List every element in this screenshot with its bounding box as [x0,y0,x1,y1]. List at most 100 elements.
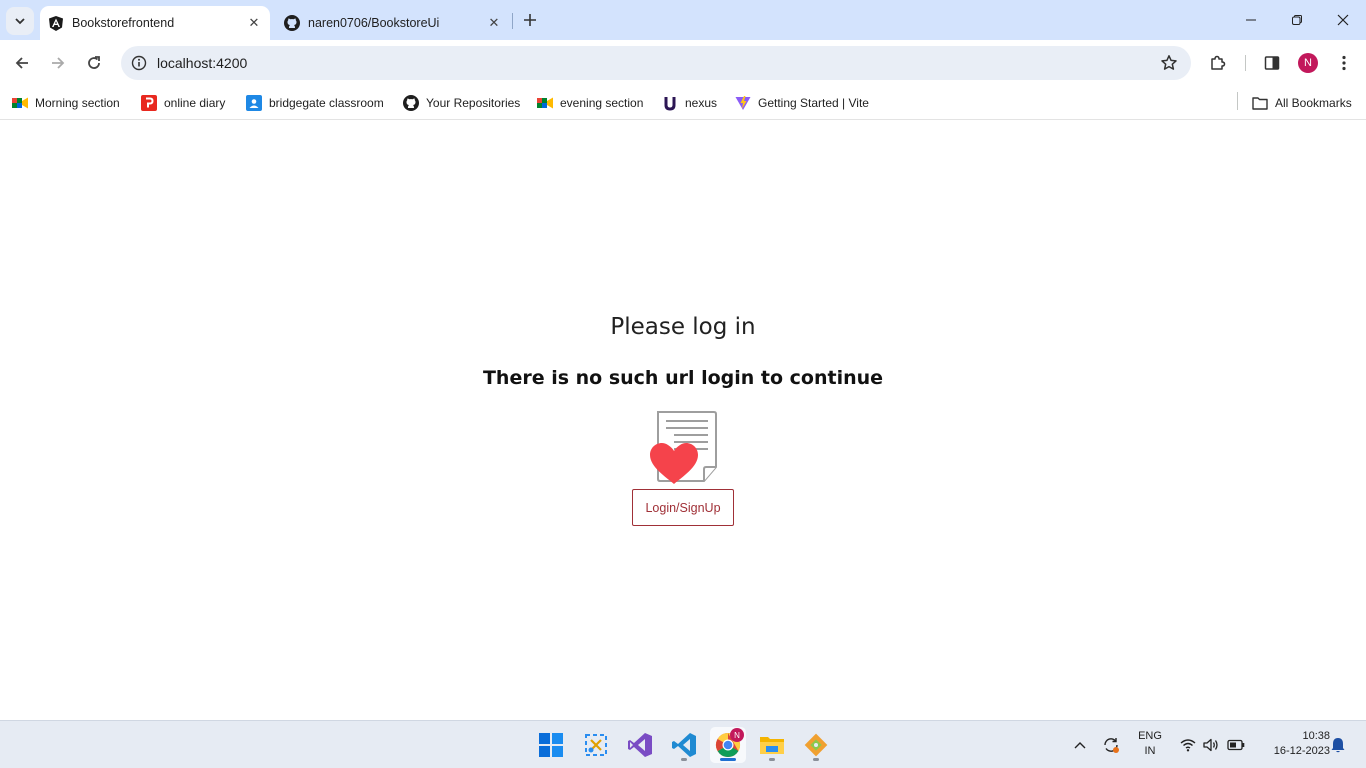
close-icon [1337,14,1349,26]
more-vertical-icon [1342,55,1346,71]
side-panel-icon [1264,56,1280,70]
notifications-button[interactable] [1328,729,1348,761]
bookmark-label: Morning section [35,96,120,110]
wifi-icon [1180,739,1196,752]
language-code: ENG [1138,730,1162,742]
tab-separator [512,13,513,29]
bookmark-evening-section[interactable]: evening section [537,91,643,115]
side-panel-button[interactable] [1259,50,1285,76]
back-button[interactable] [8,49,36,77]
speaker-icon [1203,738,1218,752]
running-indicator [813,758,819,761]
google-meet-icon [12,95,28,111]
bookmark-online-diary[interactable]: online diary [141,91,225,115]
bookmark-star-icon[interactable] [1159,53,1179,73]
google-meet-icon [537,95,553,111]
browser-toolbar: localhost:4200 N [0,40,1366,86]
puzzle-icon [1211,55,1226,70]
bookmark-bridgegate-classroom[interactable]: bridgegate classroom [246,91,384,115]
reload-button[interactable] [80,49,108,77]
taskbar-file-explorer[interactable] [754,727,790,763]
battery-tray-icon[interactable] [1225,729,1247,761]
show-hidden-icons-button[interactable] [1070,729,1090,761]
url-text[interactable]: localhost:4200 [157,55,247,71]
toolbar-divider [1245,55,1246,71]
page-title: Please log in [610,314,756,340]
start-button[interactable] [533,727,569,763]
running-indicator [681,758,687,761]
tab-github-bookstoreui[interactable]: naren0706/BookstoreUi ✕ [276,6,510,40]
restore-window-button[interactable] [1274,0,1320,40]
taskbar-visual-studio[interactable] [622,727,658,763]
clock-time: 10:38 [1302,730,1330,742]
profile-avatar[interactable]: N [1298,53,1318,73]
bookmark-label: online diary [164,96,226,110]
bookmark-label: nexus [685,96,718,110]
chrome-profile-badge: N [730,728,744,742]
language-indicator[interactable]: ENG IN [1134,729,1166,759]
site-info-icon[interactable] [129,53,149,73]
folder-icon [1252,95,1268,111]
region-code: IN [1144,745,1156,757]
minimize-icon [1246,19,1256,21]
forward-button[interactable] [44,49,72,77]
bookmark-label: Your Repositories [426,96,521,110]
classroom-icon [246,95,262,111]
taskbar-chrome[interactable]: N [710,727,746,763]
taskbar-snipping-tool[interactable] [578,727,614,763]
close-tab-icon[interactable]: ✕ [244,13,264,33]
bookmarks-separator [1237,92,1238,110]
wifi-tray-icon[interactable] [1178,729,1198,761]
git-icon [804,733,828,757]
angular-icon [48,15,64,31]
nexus-icon [662,95,678,111]
system-clock[interactable]: 10:38 16-12-2023 [1256,729,1330,759]
page-content: Please log in There is no such url login… [0,121,1366,720]
active-indicator [720,758,736,761]
bookmark-morning-section[interactable]: Morning section [12,91,120,115]
new-tab-button[interactable] [518,8,542,32]
extensions-button[interactable] [1205,50,1231,76]
tab-title: Bookstorefrontend [72,16,175,30]
visual-studio-icon [628,733,652,757]
all-bookmarks-button[interactable]: All Bookmarks [1252,91,1352,115]
volume-tray-icon[interactable] [1201,729,1221,761]
restore-icon [1292,15,1302,25]
login-signup-button[interactable]: Login/SignUp [632,489,734,526]
plus-icon [524,14,536,26]
github-icon [284,15,300,31]
running-indicator [769,758,775,761]
battery-icon [1227,739,1245,751]
taskbar-git[interactable] [798,727,834,763]
chevron-down-icon [15,18,25,25]
sync-icon [1104,738,1119,753]
bookmark-label: All Bookmarks [1275,96,1352,110]
bookmark-vite[interactable]: Getting Started | Vite [735,91,869,115]
bookmark-nexus[interactable]: nexus [662,91,717,115]
arrow-left-icon [15,57,28,69]
reload-icon [88,56,100,69]
tab-bookstorefrontend[interactable]: Bookstorefrontend ✕ [40,6,270,40]
bell-icon [1331,738,1345,753]
clock-date: 16-12-2023 [1273,745,1330,757]
snipping-tool-icon [585,734,607,756]
close-tab-icon[interactable]: ✕ [484,13,504,33]
close-window-button[interactable] [1320,0,1366,40]
page-subtitle: There is no such url login to continue [482,367,884,389]
bookmark-label: evening section [560,96,644,110]
arrow-right-icon [52,57,65,69]
bookmark-label: Getting Started | Vite [758,96,869,110]
address-bar[interactable]: localhost:4200 [121,46,1191,80]
file-explorer-icon [760,737,784,754]
online-diary-icon [141,95,157,111]
browser-tab-strip: Bookstorefrontend ✕ naren0706/BookstoreU… [0,0,1366,40]
sync-tray-button[interactable] [1100,729,1122,761]
bookmark-your-repositories[interactable]: Your Repositories [403,91,520,115]
minimize-window-button[interactable] [1228,0,1274,40]
chrome-menu-button[interactable] [1331,50,1357,76]
taskbar-vscode[interactable] [666,727,702,763]
tab-search-button[interactable] [6,7,34,35]
bookmark-label: bridgegate classroom [269,96,384,110]
tab-title: naren0706/BookstoreUi [308,16,440,30]
github-icon [403,95,419,111]
